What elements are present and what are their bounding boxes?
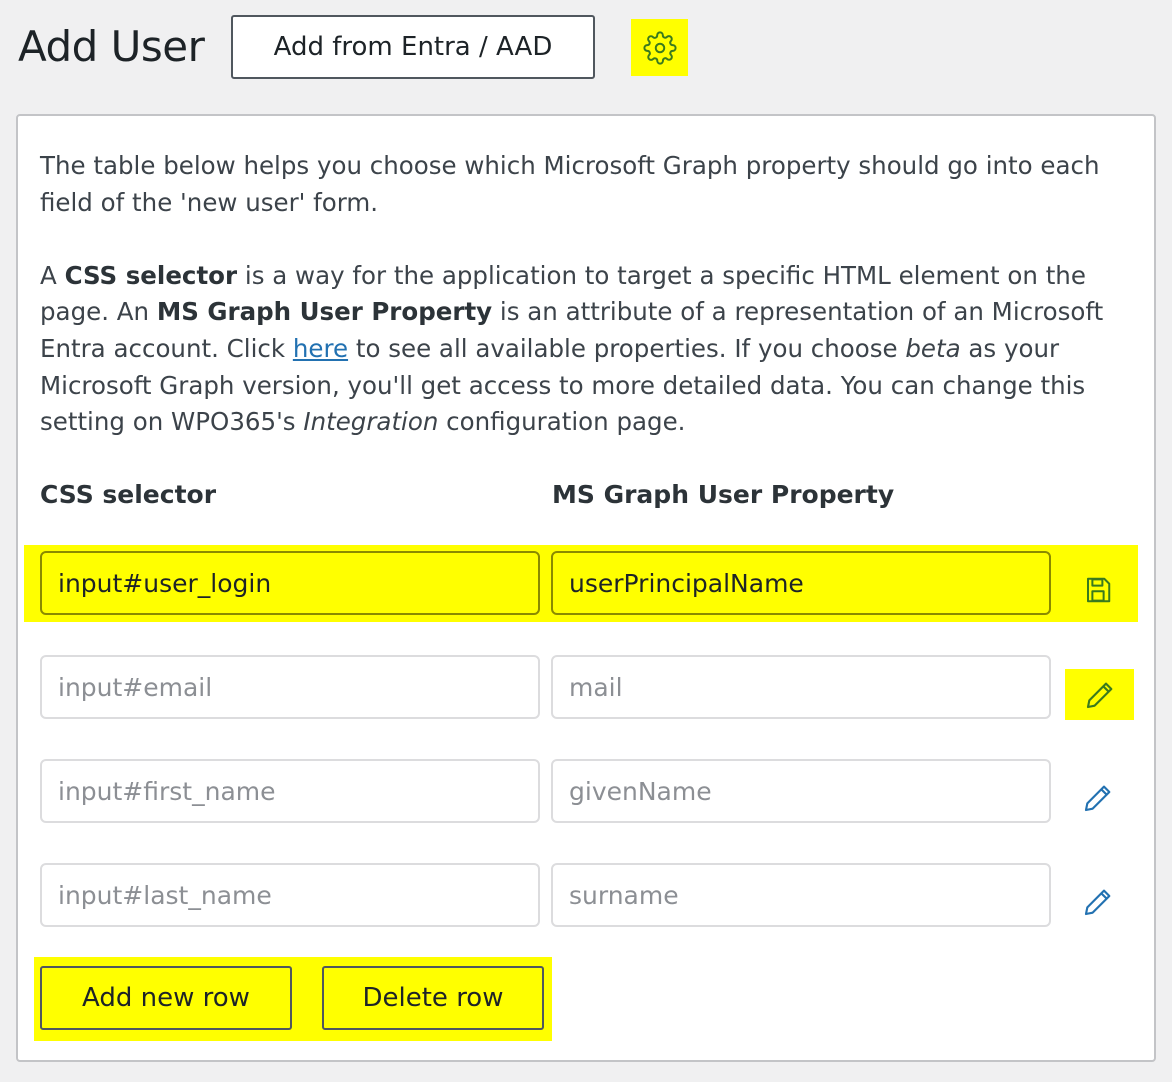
graph-property-term: MS Graph User Property [156,297,493,327]
graph-property-input[interactable] [551,759,1051,823]
edit-row-button[interactable] [1065,669,1134,720]
column-header-css-selector: CSS selector [40,480,217,509]
save-row-button[interactable] [1068,562,1128,618]
css-selector-input[interactable] [40,759,540,823]
pencil-icon [1084,785,1111,812]
css-selector-term: CSS selector [64,260,238,290]
css-selector-input[interactable] [40,655,540,719]
properties-link[interactable]: here [293,334,348,363]
edit-row-button[interactable] [1068,874,1128,930]
add-new-row-button[interactable]: Add new row [40,966,292,1030]
pencil-icon [1084,889,1111,916]
intro-paragraph-2: A CSS selector is a way for the applicat… [40,258,1120,441]
css-selector-input[interactable] [40,863,540,927]
intro-paragraph-1: The table below helps you choose which M… [40,151,1100,217]
page-title: Add User [18,22,205,71]
intro-text: The table below helps you choose which M… [40,148,1120,441]
graph-property-input[interactable] [551,551,1051,615]
integration-term: Integration [303,407,439,437]
graph-property-input[interactable] [551,655,1051,719]
gear-icon [642,30,677,65]
pencil-icon [1086,682,1112,708]
column-header-graph-property: MS Graph User Property [552,480,895,509]
edit-row-button[interactable] [1068,770,1128,826]
settings-button[interactable] [631,19,688,76]
save-icon [1087,577,1111,603]
css-selector-input[interactable] [40,551,540,615]
intro-text-span: configuration page. [438,407,686,437]
intro-text-span: A [40,260,65,290]
intro-text-span: to see all available properties. If you … [348,333,906,363]
graph-property-input[interactable] [551,863,1051,927]
add-from-entra-button[interactable]: Add from Entra / AAD [231,15,595,79]
delete-row-button[interactable]: Delete row [322,966,544,1030]
beta-term: beta [905,333,961,363]
